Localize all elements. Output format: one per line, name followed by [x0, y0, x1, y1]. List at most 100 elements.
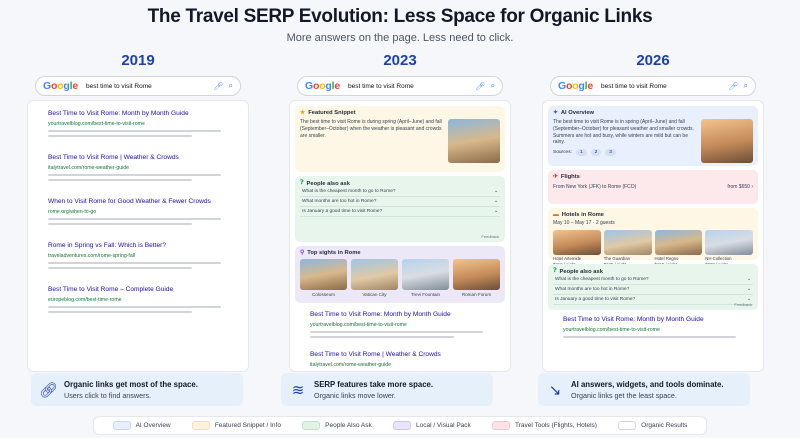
- snippet-line: [48, 129, 221, 132]
- sight-card[interactable]: Trevi Fountain: [402, 259, 449, 297]
- flights-widget[interactable]: ✈ Flights From New York (JFK) to Rome (FC…: [548, 170, 758, 204]
- snippet-line: [310, 370, 483, 371]
- sight-label: Colosseum: [312, 292, 335, 297]
- sources-row: Sources: 1 2 3: [553, 149, 696, 156]
- legend-label: Organic Results: [641, 422, 688, 429]
- pin-icon: ⚲: [300, 250, 305, 256]
- search-icon[interactable]: ⌕: [744, 81, 748, 91]
- organic-result[interactable]: Best Time to Visit Rome | Weather & Crow…: [295, 347, 505, 371]
- search-input[interactable]: best time to visit Rome: [348, 83, 470, 90]
- chevron-down-icon: ⌄: [493, 199, 498, 204]
- search-input[interactable]: best time to visit Rome: [601, 83, 723, 90]
- hotel-card[interactable]: Hotel Regno$160 / night: [654, 229, 703, 267]
- hotel-image: [553, 229, 601, 255]
- question-text: What months are too hot in Rome?: [555, 287, 630, 292]
- sight-card[interactable]: Roman Forum: [453, 259, 500, 297]
- google-logo: Google: [305, 80, 340, 92]
- flights-header: ✈ Flights: [553, 174, 753, 180]
- snippet-line: [310, 330, 483, 333]
- hotel-card[interactable]: Hotel Artemide$216 / night: [553, 229, 601, 267]
- snippet-line: [48, 310, 192, 313]
- snippet-line: [48, 266, 192, 269]
- flight-row[interactable]: From New York (JFK) to Rome (FCO) from $6…: [553, 184, 753, 191]
- paa-question[interactable]: What months are too hot in Rome? ⌄: [553, 285, 753, 295]
- layers-icon: ≋: [291, 381, 305, 399]
- sight-image: [351, 259, 398, 290]
- summary-text: Organic links move lower.: [314, 390, 396, 400]
- page-subtitle: More answers on the page. Less need to c…: [286, 32, 514, 44]
- organic-result[interactable]: Rome in Spring vs Fall: Which is Better?…: [33, 238, 243, 282]
- source-chip[interactable]: 3: [605, 149, 616, 156]
- result-title[interactable]: Best Time to Visit Rome | Weather & Crow…: [310, 351, 502, 359]
- legend-label: People Also Ask: [325, 422, 372, 429]
- people-also-ask: ❓︎ People also ask What is the cheapest m…: [295, 176, 505, 242]
- organic-result[interactable]: Best Time to Visit Rome: Month by Month …: [295, 307, 505, 347]
- hotel-dates[interactable]: May 10 – May 17: [553, 220, 591, 226]
- hotel-icon: ▬: [553, 212, 559, 218]
- hotel-card[interactable]: NH Collection$220 / night: [705, 229, 753, 267]
- organic-result[interactable]: Best Time to Visit Rome: Month by Month …: [33, 106, 243, 150]
- top-sights-pack: ⚲ Top sights in Rome Colosseum Vatican Ci…: [295, 246, 505, 303]
- sparkle-icon: ✦: [553, 110, 558, 116]
- chevron-down-icon: ⌄: [493, 209, 498, 214]
- plane-icon: ✈: [553, 174, 558, 180]
- source-chip[interactable]: 2: [590, 149, 602, 156]
- snippet-line: [48, 261, 221, 264]
- organic-result[interactable]: Best Time to Visit Rome – Complete Guide…: [33, 282, 243, 326]
- colosseum-image: [448, 119, 500, 163]
- ai-overview: ✦ AI Overview The best time to visit Rome…: [548, 106, 758, 166]
- year-label: 2026: [636, 52, 670, 69]
- search-bar[interactable]: Google best time to visit Rome 🎤︎ ⌕: [297, 76, 503, 96]
- organic-result[interactable]: Best Time to Visit Rome: Month by Month …: [548, 314, 758, 344]
- paa-question[interactable]: What is the cheapest month to go to Rome…: [553, 275, 753, 285]
- mic-icon[interactable]: 🎤︎: [728, 82, 738, 91]
- result-title[interactable]: Best Time to Visit Rome: Month by Month …: [48, 110, 240, 118]
- mic-icon[interactable]: 🎤︎: [475, 82, 485, 91]
- result-title[interactable]: Best Time to Visit Rome – Complete Guide: [48, 286, 240, 294]
- search-icon[interactable]: ⌕: [229, 81, 233, 91]
- result-title[interactable]: Best Time to Visit Rome: Month by Month …: [310, 311, 502, 319]
- hotel-name: The Guardian: [603, 255, 631, 261]
- sight-card[interactable]: Colosseum: [300, 259, 347, 297]
- search-icon[interactable]: ⌕: [491, 81, 495, 91]
- hotels-header: ▬ Hotels in Rome: [553, 212, 753, 218]
- result-title[interactable]: Rome in Spring vs Fall: Which is Better?: [48, 242, 240, 250]
- hotel-image: [705, 229, 753, 255]
- organic-result[interactable]: Best Time to Visit Rome | Weather & Crow…: [33, 150, 243, 194]
- ai-heading: AI Overview: [560, 110, 595, 116]
- feedback-link[interactable]: Feedback: [481, 234, 499, 239]
- sight-card[interactable]: Vatican City: [351, 259, 398, 297]
- question-text: Is January a good time to visit Rome?: [555, 297, 636, 302]
- sight-label: Vatican City: [362, 292, 387, 297]
- column-2023: 2023 Google best time to visit Rome 🎤︎ ⌕…: [287, 52, 513, 372]
- paa-question[interactable]: What months are too hot in Rome? ⌄: [300, 197, 500, 207]
- sight-image: [453, 259, 500, 290]
- column-2026: 2026 Google best time to visit Rome 🎤︎ ⌕…: [540, 52, 766, 372]
- result-title[interactable]: Best Time to Visit Rome | Weather & Crow…: [48, 154, 240, 162]
- mic-icon[interactable]: 🎤︎: [213, 82, 223, 91]
- feedback-link[interactable]: Feedback: [734, 302, 752, 307]
- hotel-filters[interactable]: May 10 – May 17 · 2 guests: [553, 220, 753, 227]
- paa-question[interactable]: Is January a good time to visit Rome? ⌄: [553, 295, 753, 305]
- search-input[interactable]: best time to visit Rome: [86, 83, 208, 90]
- hotel-guests[interactable]: 2 guests: [596, 220, 615, 226]
- result-title[interactable]: When to Visit Rome for Good Weather & Fe…: [48, 198, 240, 206]
- serp-card: ★ Featured Snippet The best time to visit…: [289, 100, 511, 372]
- flights-heading: Flights: [560, 174, 580, 180]
- paa-header: ❓︎ People also ask: [300, 180, 500, 187]
- snippet-header: ★ Featured Snippet: [300, 110, 500, 116]
- search-bar[interactable]: Google best time to visit Rome 🎤︎ ⌕: [35, 76, 241, 96]
- paa-question[interactable]: Is January a good time to visit Rome? ⌄: [300, 207, 500, 217]
- source-chip[interactable]: 1: [575, 149, 587, 156]
- hotel-card[interactable]: The Guardian$185 / night: [603, 229, 652, 267]
- paa-question[interactable]: What is the cheapest month to go to Rome…: [300, 187, 500, 197]
- hotel-name: Hotel Artemide: [553, 255, 582, 261]
- organic-result[interactable]: When to Visit Rome for Good Weather & Fe…: [33, 194, 243, 238]
- legend-item: Organic Results: [618, 421, 687, 430]
- summary-heading: SERP features take more space.: [314, 379, 434, 389]
- snippet-line: [48, 173, 221, 176]
- search-bar[interactable]: Google best time to visit Rome 🎤︎ ⌕: [550, 76, 756, 96]
- result-url: yourtravelblog.com/best-time-to-visit-ro…: [48, 120, 145, 127]
- chevron-down-icon: ⌄: [746, 277, 751, 282]
- result-title[interactable]: Best Time to Visit Rome: Month by Month …: [563, 316, 755, 324]
